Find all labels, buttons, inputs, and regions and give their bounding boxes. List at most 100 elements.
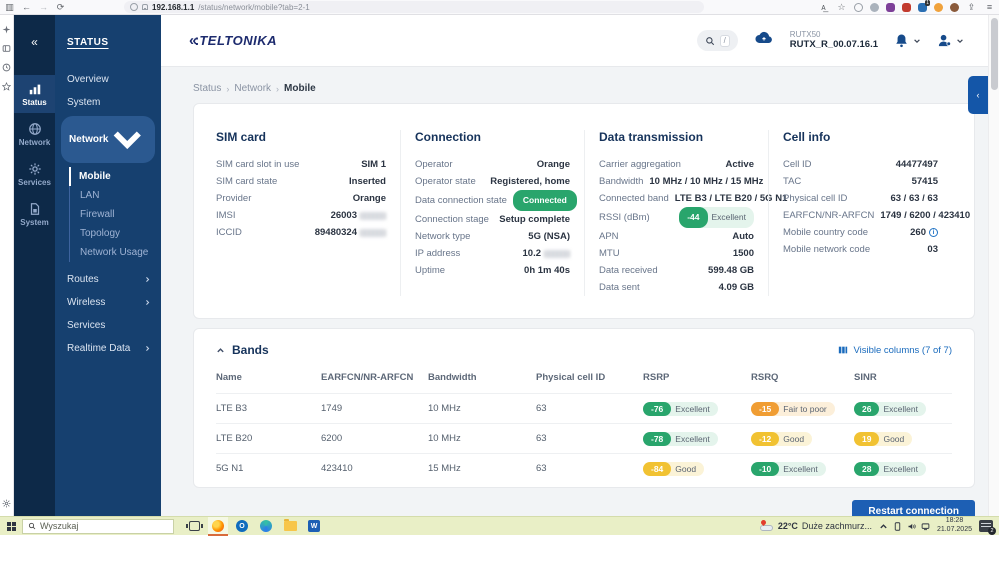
privacy-shield-icon[interactable] <box>886 2 895 12</box>
extension-brown-icon[interactable] <box>950 2 959 12</box>
column-header[interactable]: EARFCN/NR-ARFCN <box>321 372 428 383</box>
info-label: IMSI <box>216 210 236 221</box>
taskbar-word[interactable]: W <box>304 517 324 536</box>
rail-item-label: System <box>20 218 49 227</box>
info-row: Data connection state Connected <box>415 190 577 211</box>
share-icon[interactable]: ⇪ <box>966 2 977 13</box>
chevron-right-icon <box>146 299 150 305</box>
user-menu[interactable] <box>937 33 964 48</box>
sidebar-item-network[interactable]: Network <box>61 116 155 163</box>
page-scrollbar[interactable] <box>988 15 999 516</box>
browser-toolbar: ▥ ← → ⟳ 192.168.1.1/status/network/mobil… <box>0 0 999 15</box>
column-header[interactable]: Physical cell ID <box>536 372 643 383</box>
bands-collapse-toggle[interactable]: Bands <box>216 343 269 357</box>
timer-extension-icon[interactable] <box>854 2 863 12</box>
history-clock-icon[interactable] <box>2 63 11 72</box>
sidebar-item-overview[interactable]: Overview <box>55 68 161 91</box>
info-label: Connected band <box>599 193 669 204</box>
rail-item-status[interactable]: Status <box>14 75 55 113</box>
sidebar-item-services[interactable]: Services <box>55 314 161 337</box>
adblock-shield-icon[interactable] <box>902 2 911 12</box>
volume-icon[interactable] <box>907 522 916 531</box>
panel-toggle-tab[interactable]: ‹ <box>968 76 988 114</box>
rail-item-services[interactable]: Services <box>14 155 55 193</box>
back-icon[interactable]: ← <box>21 2 32 13</box>
signal-quality: Good <box>665 461 705 476</box>
scrollbar-thumb[interactable] <box>991 18 998 90</box>
bookmark-star-icon[interactable]: ☆ <box>836 2 847 13</box>
band-sinr: 19 Good <box>854 431 952 446</box>
rms-cloud-icon[interactable] <box>754 31 774 50</box>
taskbar-edge[interactable] <box>256 517 276 536</box>
column-header[interactable]: Name <box>216 372 321 383</box>
redacted-blur <box>544 249 570 258</box>
extension-orange-icon[interactable] <box>934 2 943 12</box>
phone-link-icon[interactable] <box>893 521 902 531</box>
start-button[interactable] <box>0 517 22 536</box>
column-header[interactable]: RSRQ <box>751 372 854 383</box>
info-row: IP address 10.2 <box>415 245 570 262</box>
forward-icon[interactable]: → <box>38 2 49 13</box>
sync-extension-icon[interactable] <box>870 2 879 12</box>
sidebar-item-system[interactable]: System <box>55 91 161 114</box>
sidebar-item-firewall[interactable]: Firewall <box>70 205 161 224</box>
lock-icon[interactable] <box>142 4 148 10</box>
menu-icon[interactable]: ≡ <box>984 2 995 13</box>
column-header[interactable]: Bandwidth <box>428 372 536 383</box>
network-icon[interactable] <box>921 522 930 531</box>
info-row: IMSI 26003 <box>216 207 386 224</box>
task-view-button[interactable] <box>184 517 204 536</box>
taskbar-weather[interactable]: 22°C Duże zachmurz... <box>759 518 872 531</box>
weather-cloud-icon <box>759 518 774 531</box>
translate-icon[interactable]: ᴀ̲ <box>818 2 829 13</box>
taskbar-clock[interactable]: 18:28 21.07.2025 <box>937 517 972 535</box>
restart-connection-button[interactable]: Restart connection <box>852 500 975 516</box>
sidebar-item-realtime-data[interactable]: Realtime Data <box>55 337 161 360</box>
breadcrumb-network[interactable]: Network <box>234 83 271 94</box>
sidebar-collapse-button[interactable]: « <box>31 35 38 49</box>
taskbar-outlook[interactable]: O <box>232 517 252 536</box>
sidebar-item-wireless[interactable]: Wireless <box>55 291 161 314</box>
settings-gear-icon[interactable] <box>2 499 11 508</box>
sidebar-item-lan[interactable]: LAN <box>70 186 161 205</box>
notification-center-button[interactable]: 2 <box>979 520 996 535</box>
signal-badge: 28 Excellent <box>854 461 926 476</box>
sidebar-toggle-icon[interactable]: ▥ <box>4 2 15 13</box>
visible-columns-button[interactable]: Visible columns (7 of 7) <box>838 345 952 356</box>
column-header[interactable]: SINR <box>854 372 952 383</box>
rail-item-system[interactable]: System <box>14 195 55 233</box>
url-bar[interactable]: 192.168.1.1/status/network/mobile?tab=2-… <box>124 1 704 13</box>
signal-value: -44 <box>679 207 708 228</box>
sidebar-item-routes[interactable]: Routes <box>55 268 161 291</box>
bookmarks-star-icon[interactable] <box>2 82 11 91</box>
hidden-icons-chevron[interactable] <box>879 522 888 531</box>
extension-blue-icon[interactable]: 1 <box>918 0 930 12</box>
info-value: 1500 <box>732 248 754 259</box>
services-gear-icon <box>28 163 41 175</box>
info-label: Uptime <box>415 265 446 276</box>
column-header[interactable]: RSRP <box>643 372 751 383</box>
taskbar-search[interactable]: Wyszukaj <box>22 518 174 534</box>
global-search[interactable]: / <box>696 30 738 51</box>
band-earfcn: 6200 <box>321 433 343 444</box>
sidebar-item-network-usage[interactable]: Network Usage <box>70 243 161 262</box>
info-row: SIM card state Inserted <box>216 173 386 190</box>
ai-sparkle-icon[interactable] <box>2 25 11 34</box>
breadcrumb-status[interactable]: Status <box>193 83 221 94</box>
tabs-icon[interactable] <box>2 44 11 53</box>
info-icon[interactable]: i <box>929 228 938 237</box>
sidebar-item-mobile[interactable]: Mobile <box>68 166 162 186</box>
taskbar-firefox[interactable] <box>208 516 228 536</box>
info-row: Provider Orange <box>216 190 386 207</box>
reload-icon[interactable]: ⟳ <box>55 2 66 13</box>
network-submenu: Mobile LAN Firewall Topology Network Usa… <box>68 166 162 262</box>
info-label: ICCID <box>216 227 242 238</box>
sim-rows: SIM card slot in use SIM 1 SIM card state I… <box>216 156 386 241</box>
sidebar-item-topology[interactable]: Topology <box>70 224 161 243</box>
notifications-menu[interactable] <box>894 33 921 48</box>
rail-item-network[interactable]: Network <box>14 115 55 153</box>
chevron-down-icon <box>114 131 142 150</box>
taskbar-explorer[interactable] <box>280 517 300 536</box>
signal-value: -84 <box>643 461 672 476</box>
tracking-protection-icon[interactable] <box>130 3 138 11</box>
